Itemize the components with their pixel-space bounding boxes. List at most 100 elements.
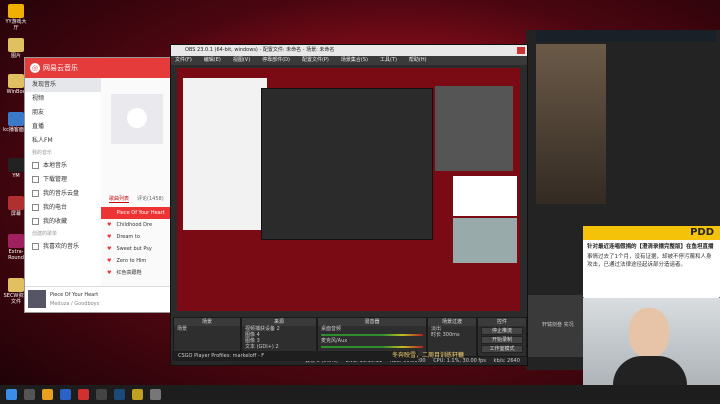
heart-icon[interactable]: ♥ <box>107 270 111 276</box>
heart-icon[interactable]: ♥ <box>107 246 111 252</box>
nav-cloud[interactable]: 我的音乐云盘 <box>25 187 101 201</box>
menu-docks[interactable]: 停靠部件(D) <box>262 57 290 63</box>
streamer-shirt <box>613 356 687 385</box>
menu-help[interactable]: 帮助(H) <box>409 57 427 63</box>
banner-title: 针对最近连唱假捐的【澄清录播完整版】在鱼坦直播 <box>587 244 714 250</box>
obs-menu-bar: 文件(F) 编辑(E) 视图(V) 停靠部件(D) 配置文件(P) 场景集合(S) 工具(T… <box>171 56 527 65</box>
nav-collection[interactable]: 我的收藏 <box>25 215 101 229</box>
heart-icon[interactable]: ♥ <box>107 258 111 264</box>
preview-webcam <box>453 218 517 263</box>
mixer-channel: 桌面音频 <box>321 326 342 332</box>
heart-icon[interactable]: ♥ <box>107 234 111 240</box>
nav-radio[interactable]: 我的电台 <box>25 201 101 215</box>
nav-friends[interactable]: 朋友 <box>25 106 101 120</box>
banner-header: PDD <box>583 226 720 240</box>
cloud-icon <box>32 190 39 197</box>
obs-window: OBS 23.0.1 (64-bit, windows) - 配置文件: 未命名… <box>170 44 528 366</box>
star-icon <box>32 218 39 225</box>
browser-toolbar <box>536 30 716 42</box>
stream-caption: 冬奔映雪，二周目训练轩轆 <box>392 352 465 359</box>
preview-banner <box>453 176 517 216</box>
song-row[interactable]: ♥ Zero to Him <box>101 255 175 267</box>
preview-netease <box>183 78 267 230</box>
download-icon <box>32 176 39 183</box>
nav-fm[interactable]: 私人FM <box>25 134 101 148</box>
taskbar <box>0 385 720 404</box>
preview-obs-nested <box>261 88 433 240</box>
song-row[interactable]: ♥ Piece Of Your Heart <box>101 207 175 219</box>
netease-sidebar: 发现音乐 视频 朋友 直播 私人FM 我的音乐 本地音乐 下载管理 我的音乐云盘… <box>25 78 101 287</box>
section-my-music: 我的音乐 <box>32 150 53 156</box>
app-icon <box>8 234 24 248</box>
start-icon[interactable] <box>6 389 17 400</box>
section-created: 创建的歌单 <box>32 231 58 237</box>
app-icon <box>8 112 24 126</box>
source-item[interactable]: 文本 (GDI+) 2 <box>242 344 316 350</box>
nav-downloads[interactable]: 下载管理 <box>25 173 101 187</box>
close-icon[interactable] <box>517 47 525 54</box>
banner-text: 事情过去了1个月，没有证据，却被不停污蔑和人身攻击，已通过法律途径起诉部分造谣者… <box>587 254 712 268</box>
netease-music-window: ◎ 网易云音乐 发现音乐 视频 朋友 直播 私人FM 我的音乐 本地音乐 下载管理… <box>24 57 176 313</box>
stop-streaming-button[interactable]: 停止推流 <box>481 327 523 335</box>
announcement-banner: PDD 针对最近连唱假捐的【澄清录播完整版】在鱼坦直播 事情过去了1个月，没有证… <box>583 226 720 298</box>
netease-header: ◎ 网易云音乐 <box>25 58 175 78</box>
app-icon <box>8 196 24 210</box>
app-icon <box>8 4 24 18</box>
desktop-icon-images[interactable]: 图片 <box>3 38 29 59</box>
folder-icon <box>8 38 24 52</box>
now-playing-artist: Meduza / Goodboys <box>50 301 100 307</box>
playlist-tabs: 歌曲列表 评论(1458) <box>101 195 175 205</box>
song-row[interactable]: ♥ Sweet but Psy <box>101 243 175 255</box>
app-icon <box>8 158 24 172</box>
volume-meter[interactable] <box>321 334 423 336</box>
playlist-cover <box>111 94 163 144</box>
streamer-face <box>629 308 669 358</box>
nav-liked[interactable]: 我喜欢的音乐 <box>25 240 101 254</box>
nav-video[interactable]: 视频 <box>25 92 101 106</box>
nav-live[interactable]: 直播 <box>25 120 101 134</box>
desktop-icon-yy[interactable]: YY游戏大厅 <box>3 4 29 31</box>
steam-icon[interactable] <box>114 389 125 400</box>
heart-icon[interactable]: ♥ <box>107 222 111 228</box>
scene-item[interactable]: 场景 <box>174 326 240 332</box>
webcam-feed <box>583 298 720 385</box>
volume-meter[interactable] <box>321 346 423 348</box>
mixer-channel: 麦克风/Aux <box>321 338 348 344</box>
obs-icon[interactable] <box>96 389 107 400</box>
list-item[interactable]: 轩辕剑叁 实况 <box>526 295 590 357</box>
folder-icon[interactable] <box>42 389 53 400</box>
start-recording-button[interactable]: 开始录制 <box>481 336 523 344</box>
app-title: 网易云音乐 <box>43 64 78 72</box>
radio-icon <box>32 204 39 211</box>
stream-thumbnail <box>536 44 606 204</box>
menu-tools[interactable]: 工具(T) <box>380 57 397 63</box>
menu-profile[interactable]: 配置文件(P) <box>302 57 329 63</box>
now-playing-title: Piece Of Your Heart <box>50 292 99 298</box>
nav-discover[interactable]: 发现音乐 <box>25 78 101 92</box>
app-icon[interactable] <box>150 389 161 400</box>
netease-icon[interactable] <box>78 389 89 400</box>
heart-icon <box>32 243 39 250</box>
music-icon <box>32 162 39 169</box>
nav-local[interactable]: 本地音乐 <box>25 159 101 173</box>
heart-icon[interactable]: ♥ <box>107 210 111 216</box>
tab-comments[interactable]: 评论(1458) <box>137 196 164 202</box>
song-row[interactable]: ♥ Dream to <box>101 231 175 243</box>
heart-cover-icon <box>127 108 147 128</box>
app-icon[interactable] <box>132 389 143 400</box>
album-art[interactable] <box>28 290 46 308</box>
menu-view[interactable]: 视图(V) <box>233 57 250 63</box>
song-row[interactable]: ♥ 红色高跟鞋 <box>101 267 175 279</box>
duration-input[interactable]: 300ms <box>443 332 460 338</box>
browser-icon[interactable] <box>60 389 71 400</box>
search-icon[interactable] <box>24 389 35 400</box>
obs-preview[interactable] <box>177 68 520 311</box>
tab-songs[interactable]: 歌曲列表 <box>109 196 130 203</box>
menu-edit[interactable]: 编辑(E) <box>204 57 221 63</box>
menu-file[interactable]: 文件(F) <box>175 57 192 63</box>
song-row[interactable]: ♥ Childhood Dre <box>101 219 175 231</box>
folder-icon <box>8 74 24 88</box>
netease-logo-icon: ◎ <box>30 63 40 73</box>
game-window-caption: CSGO Player Profiles: markeloff - F <box>172 351 418 361</box>
menu-scenes[interactable]: 场景集合(S) <box>341 57 368 63</box>
